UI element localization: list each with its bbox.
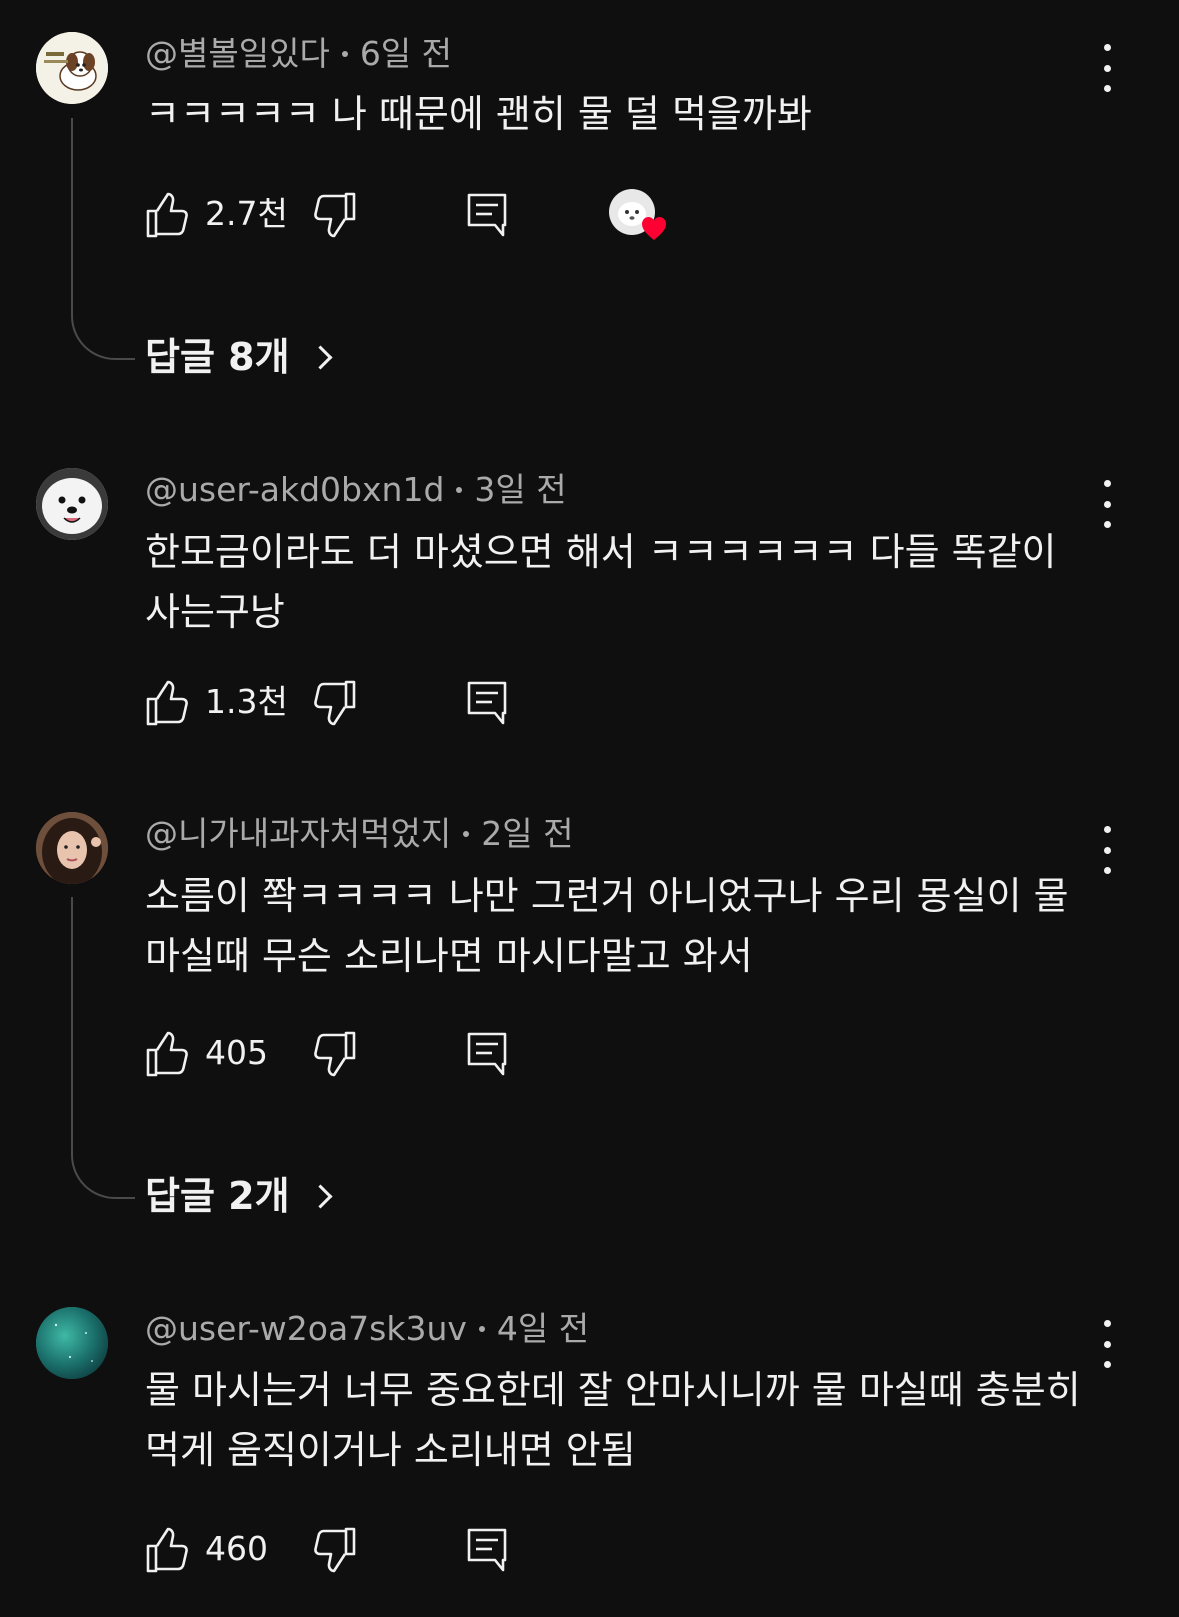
thumbs-down-icon[interactable]	[313, 1031, 357, 1077]
comment-time: 6일 전	[359, 34, 453, 73]
reply-icon[interactable]	[465, 192, 509, 238]
comment-author[interactable]: @user-akd0bxn1d	[145, 470, 444, 509]
comment-text: 한모금이라도 더 마셨으면 해서 ㅋㅋㅋㅋㅋㅋ 다들 똑같이 사는구낭	[145, 530, 1057, 634]
thumbs-up-icon[interactable]	[145, 1527, 189, 1573]
comment-time: 3일 전	[474, 470, 567, 509]
thumbs-down-icon[interactable]	[313, 1527, 357, 1573]
comment-time: 4일 전	[496, 1309, 590, 1348]
comment-meta: @user-akd0bxn1d 3일 전	[145, 470, 567, 510]
reply-icon[interactable]	[465, 1527, 509, 1573]
comment-meta: @니가내과자처먹었지 2일 전	[145, 814, 573, 854]
like-count: 2.7천	[205, 194, 288, 233]
comment-text: 소름이 쫙ㅋㅋㅋㅋ 나만 그런거 아니었구나 우리 몽실이 물마실때 무슨 소리…	[145, 874, 1069, 978]
reply-icon[interactable]	[465, 1031, 509, 1077]
chevron-right-icon	[308, 1184, 333, 1209]
thumbs-down-icon[interactable]	[313, 680, 357, 726]
replies-label: 답글 8개	[145, 335, 290, 379]
comment-actions: 1.3천	[145, 680, 845, 730]
comment-text: ㅋㅋㅋㅋㅋ 나 때문에 괜히 물 덜 먹을까봐	[145, 92, 812, 136]
comment-actions: 405	[145, 1031, 845, 1081]
teal-avatar-icon	[36, 1307, 108, 1379]
comment-time: 2일 전	[481, 814, 574, 853]
more-options-icon[interactable]	[1092, 1320, 1122, 1368]
more-options-icon[interactable]	[1092, 44, 1122, 92]
avatar[interactable]	[36, 468, 108, 540]
comment-author[interactable]: @user-w2oa7sk3uv	[145, 1309, 467, 1348]
separator-dot	[478, 1325, 485, 1332]
creator-heart-icon	[609, 189, 666, 240]
like-count: 405	[205, 1033, 268, 1072]
thumbs-up-icon[interactable]	[145, 1031, 189, 1077]
avatar[interactable]	[36, 32, 108, 104]
person-avatar-icon	[36, 812, 108, 884]
thread-line	[71, 897, 135, 1199]
comment-actions: 2.7천	[145, 189, 845, 242]
reply-icon[interactable]	[465, 680, 509, 726]
view-replies-button[interactable]: 답글 8개	[145, 334, 333, 380]
avatar[interactable]	[36, 1307, 108, 1379]
separator-dot	[456, 486, 463, 493]
thumbs-down-icon[interactable]	[313, 192, 357, 238]
comment-actions: 460	[145, 1527, 845, 1577]
more-options-icon[interactable]	[1092, 480, 1122, 528]
chevron-right-icon	[308, 345, 333, 370]
comment-meta: @user-w2oa7sk3uv 4일 전	[145, 1309, 589, 1349]
like-count: 460	[205, 1529, 268, 1568]
white-dog-avatar-icon	[36, 468, 108, 540]
dog-avatar-icon	[36, 32, 108, 104]
comment-text: 물 마시는거 너무 중요한데 잘 안마시니까 물 마실때 충분히 먹게 움직이거…	[145, 1368, 1081, 1472]
view-replies-button[interactable]: 답글 2개	[145, 1173, 333, 1219]
comment-author[interactable]: @니가내과자처먹었지	[145, 814, 451, 853]
comment-meta: @별볼일있다 6일 전	[145, 34, 452, 74]
separator-dot	[463, 830, 470, 837]
thumbs-up-icon[interactable]	[145, 680, 189, 726]
replies-label: 답글 2개	[145, 1174, 290, 1218]
thread-line	[71, 118, 135, 360]
comment-author[interactable]: @별볼일있다	[145, 34, 330, 73]
like-count: 1.3천	[205, 682, 288, 721]
separator-dot	[341, 50, 348, 57]
more-options-icon[interactable]	[1092, 826, 1122, 874]
thumbs-up-icon[interactable]	[145, 192, 189, 238]
avatar[interactable]	[36, 812, 108, 884]
